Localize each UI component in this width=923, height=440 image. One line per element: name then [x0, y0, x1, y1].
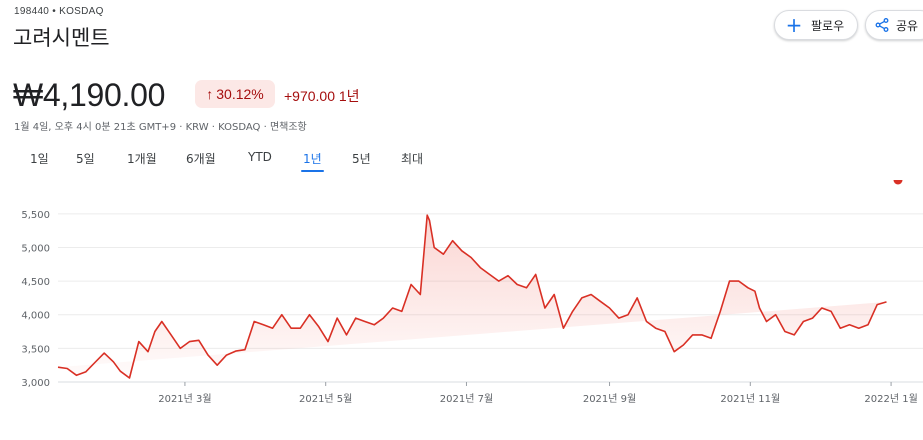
current-price-marker: [893, 180, 903, 185]
change-percent-badge: ↑ 30.12%: [195, 80, 275, 108]
plus-icon: +: [785, 13, 803, 37]
tab-ytd[interactable]: YTD: [248, 150, 272, 164]
x-axis-labels: 2021년 3월 2021년 5월 2021년 7월 2021년 9월 2021년 11…: [158, 382, 918, 405]
ticker-exchange: 198440 • KOSDAQ: [14, 6, 104, 17]
y-tick-label: 4,500: [21, 277, 50, 288]
current-price: ₩4,190.00: [13, 77, 166, 113]
change-period: 1년: [338, 88, 360, 104]
tab-5-day[interactable]: 5일: [76, 150, 95, 167]
change-amount: +970.00: [284, 88, 335, 104]
arrow-up-icon: ↑: [206, 86, 214, 102]
price-chart[interactable]: 3,0003,5004,0004,5005,0005,500 2021년 3월 2…: [0, 180, 923, 440]
change-percent: 30.12%: [216, 86, 264, 102]
x-tick-label: 2021년 5월: [299, 393, 352, 405]
tab-1-month[interactable]: 1개월: [127, 150, 157, 167]
quote-meta: 1월 4일, 오후 4시 0분 21초 GMT+9 · KRW · KOSDAQ…: [14, 122, 307, 133]
company-name: 고려시멘트: [13, 26, 110, 50]
tab-1-day[interactable]: 1일: [30, 150, 49, 167]
y-tick-label: 5,500: [21, 210, 50, 221]
x-tick-label: 2021년 9월: [583, 393, 636, 405]
tab-1-year[interactable]: 1년: [301, 150, 324, 172]
tab-6-month[interactable]: 6개월: [186, 150, 216, 167]
y-tick-label: 5,000: [21, 243, 50, 254]
tab-max[interactable]: 최대: [401, 150, 423, 167]
y-tick-label: 3,500: [21, 344, 50, 355]
share-button[interactable]: 공유: [865, 10, 923, 40]
change-amount-row: +970.00 1년: [284, 86, 360, 106]
x-tick-label: 2021년 11월: [720, 393, 780, 405]
x-tick-label: 2021년 3월: [158, 393, 211, 405]
y-axis-labels: 3,000 3,500 4,000 4,500 5,000 5,500: [21, 210, 50, 389]
tab-5-year[interactable]: 5년: [352, 150, 371, 167]
follow-button-label: 팔로우: [811, 18, 845, 33]
y-tick-label: 4,000: [21, 311, 50, 322]
share-button-label: 공유: [896, 18, 919, 33]
share-icon: [874, 18, 890, 32]
y-tick-label: 3,000: [21, 378, 50, 389]
follow-button[interactable]: + 팔로우: [774, 10, 858, 40]
price-area: [58, 215, 887, 378]
x-tick-label: 2022년 1월: [864, 393, 917, 405]
x-tick-label: 2021년 7월: [440, 393, 493, 405]
